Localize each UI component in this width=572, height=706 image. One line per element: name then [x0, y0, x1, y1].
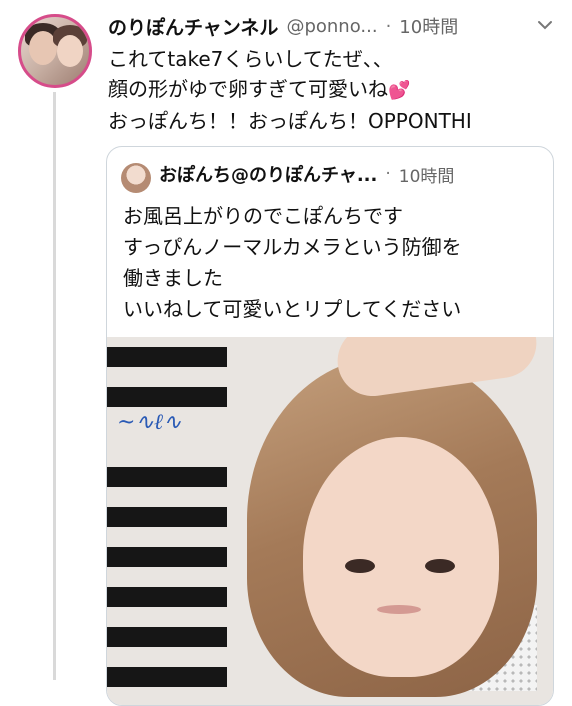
quoted-avatar: [121, 163, 151, 193]
author-name[interactable]: のりぽんチャンネル: [108, 13, 278, 40]
quoted-line: すっぴんノーマルカメラという防御を: [123, 235, 462, 259]
tweet-header: のりぽんチャンネル @ponno... · 10時間: [108, 12, 458, 40]
quoted-header: おぽんち@のりぽんチャ... · 10時間: [159, 161, 454, 187]
tweet-line: これてtake7くらいしてたぜ、、: [108, 47, 393, 71]
quoted-author: おぽんち@のりぽんチャ...: [159, 165, 378, 186]
quoted-line: 働きました: [123, 266, 223, 290]
separator-dot: ·: [385, 164, 391, 184]
avatar[interactable]: [18, 14, 92, 88]
quoted-line: お風呂上がりのでこぽんちです: [123, 204, 403, 228]
thread-line: [53, 92, 56, 680]
heart-emoji: 💕: [388, 80, 411, 101]
tweet-line: 顔の形がゆで卵すぎて可愛いね💕: [108, 77, 411, 101]
timestamp[interactable]: 10時間: [399, 13, 458, 39]
quoted-line: いいねして可愛いとリプしてください: [123, 297, 462, 321]
separator-dot: ·: [385, 15, 392, 37]
tweet-text: これてtake7くらいしてたぜ、、 顔の形がゆで卵すぎて可愛いね💕 おっぽんち！…: [108, 44, 472, 136]
quoted-text: お風呂上がりのでこぽんちです すっぴんノーマルカメラという防御を 働きました い…: [123, 201, 462, 325]
author-handle[interactable]: @ponno...: [286, 16, 377, 37]
quoted-tweet[interactable]: おぽんち@のりぽんチャ... · 10時間 お風呂上がりのでこぽんちです すっぴ…: [106, 146, 554, 706]
tweet-line: おっぽんち！！おっぽんち！OPPONTHI: [108, 109, 472, 133]
quoted-photo[interactable]: ~∿ℓ∿: [107, 337, 553, 705]
quoted-timestamp: 10時間: [398, 166, 455, 187]
shirt-lettering: ~∿ℓ∿: [117, 410, 182, 435]
chevron-down-icon[interactable]: [534, 14, 556, 36]
